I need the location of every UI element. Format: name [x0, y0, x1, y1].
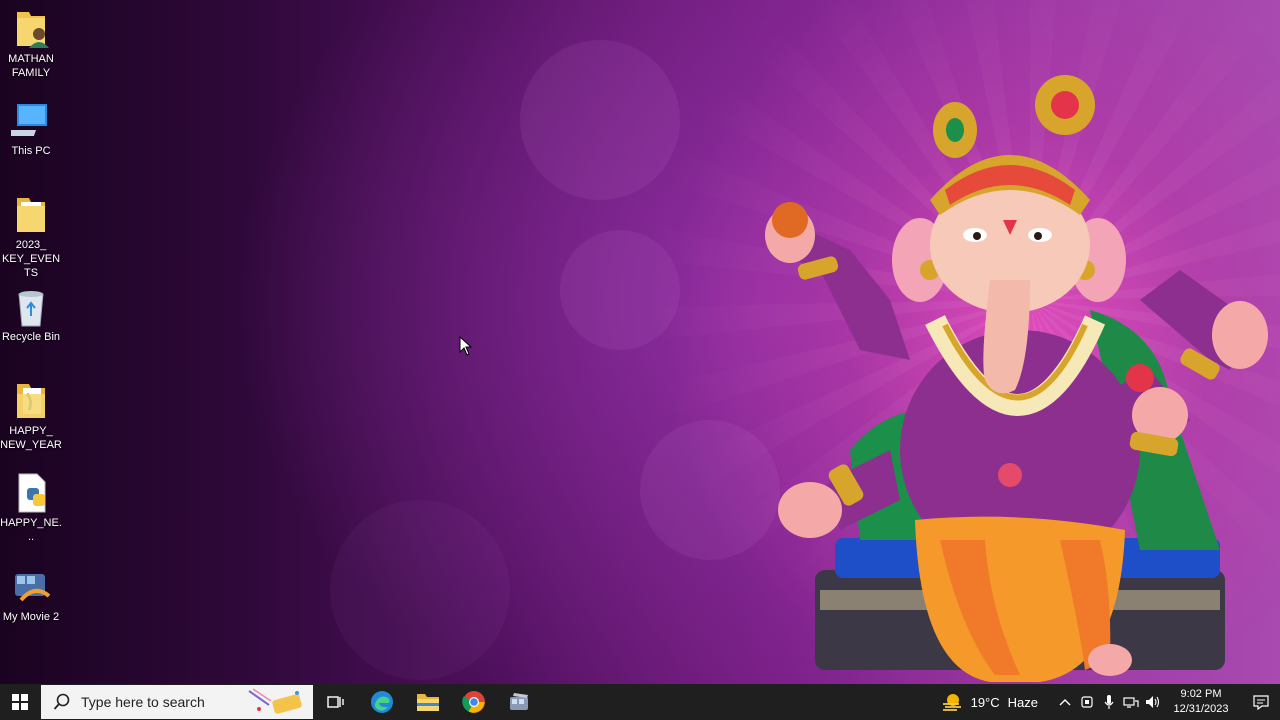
weather-widget[interactable]: 19°C Haze — [941, 692, 1038, 712]
folder-icon — [11, 194, 51, 236]
weather-temperature: 19°C — [970, 694, 1000, 710]
tray-app-button[interactable] — [1076, 684, 1098, 720]
movie-maker-icon — [510, 693, 528, 710]
desktop-icon-mathan-family[interactable]: MATHAN FAMILY — [0, 8, 62, 80]
desktop-icon-happy-new-year-folder[interactable]: HAPPY_ NEW_YEAR — [0, 380, 62, 452]
search-highlight-celebration-icon[interactable] — [243, 687, 309, 717]
volume-icon — [1146, 696, 1160, 708]
notification-icon — [1253, 695, 1269, 710]
python-file-icon — [11, 472, 51, 514]
windows-logo-icon — [12, 694, 28, 710]
microphone-button[interactable] — [1098, 684, 1120, 720]
weather-condition: Haze — [1007, 694, 1038, 710]
task-view-icon — [327, 696, 344, 708]
movie-maker-taskbar-button[interactable] — [497, 684, 543, 720]
taskbar-clock[interactable]: 9:02 PM 12/31/2023 — [1170, 687, 1232, 717]
search-icon — [53, 693, 70, 710]
desktop-icon-2023-key-events[interactable]: 2023_ KEY_EVENTS — [0, 194, 62, 280]
desktop-icon-this-pc[interactable]: This PC — [0, 100, 62, 158]
user-folder-icon — [11, 8, 51, 50]
desktop-icon-happy-new-year-python[interactable]: HAPPY_NE... — [0, 472, 62, 544]
volume-button[interactable] — [1142, 684, 1164, 720]
edge-icon — [371, 691, 393, 713]
folder-icon — [11, 380, 51, 422]
file-explorer-taskbar-button[interactable] — [405, 684, 451, 720]
chrome-icon — [462, 691, 485, 713]
microphone-icon — [1104, 695, 1114, 709]
haze-weather-icon — [942, 694, 961, 711]
edge-taskbar-button[interactable] — [359, 684, 405, 720]
task-view-button[interactable] — [313, 684, 359, 720]
tray-app-icon — [1081, 696, 1093, 708]
chrome-taskbar-button[interactable] — [451, 684, 497, 720]
show-hidden-icons-button[interactable] — [1054, 684, 1076, 720]
movie-maker-icon — [11, 566, 51, 608]
action-center-button[interactable] — [1242, 684, 1280, 720]
recycle-bin-icon — [11, 286, 51, 328]
ganesha-idol-image — [765, 75, 1268, 682]
desktop-wallpaper — [0, 0, 1280, 684]
chevron-up-icon — [1059, 699, 1071, 706]
taskbar-search-box[interactable]: Type here to search — [41, 685, 313, 719]
taskbar: Type here to search 19°C Haze 9:02 PM 12… — [0, 684, 1280, 720]
start-button[interactable] — [0, 684, 40, 720]
folder-icon — [417, 694, 439, 711]
desktop-icon-recycle-bin[interactable]: Recycle Bin — [0, 286, 62, 344]
clock-date: 12/31/2023 — [1173, 703, 1229, 715]
clock-time: 9:02 PM — [1180, 688, 1222, 700]
computer-icon — [0, 100, 51, 142]
system-tray: 19°C Haze 9:02 PM 12/31/2023 — [941, 684, 1280, 720]
search-placeholder: Type here to search — [81, 694, 205, 710]
network-icon — [1123, 697, 1139, 708]
network-button[interactable] — [1120, 684, 1142, 720]
mouse-cursor-icon — [459, 336, 473, 356]
desktop-icon-my-movie-2[interactable]: My Movie 2 — [0, 566, 62, 624]
